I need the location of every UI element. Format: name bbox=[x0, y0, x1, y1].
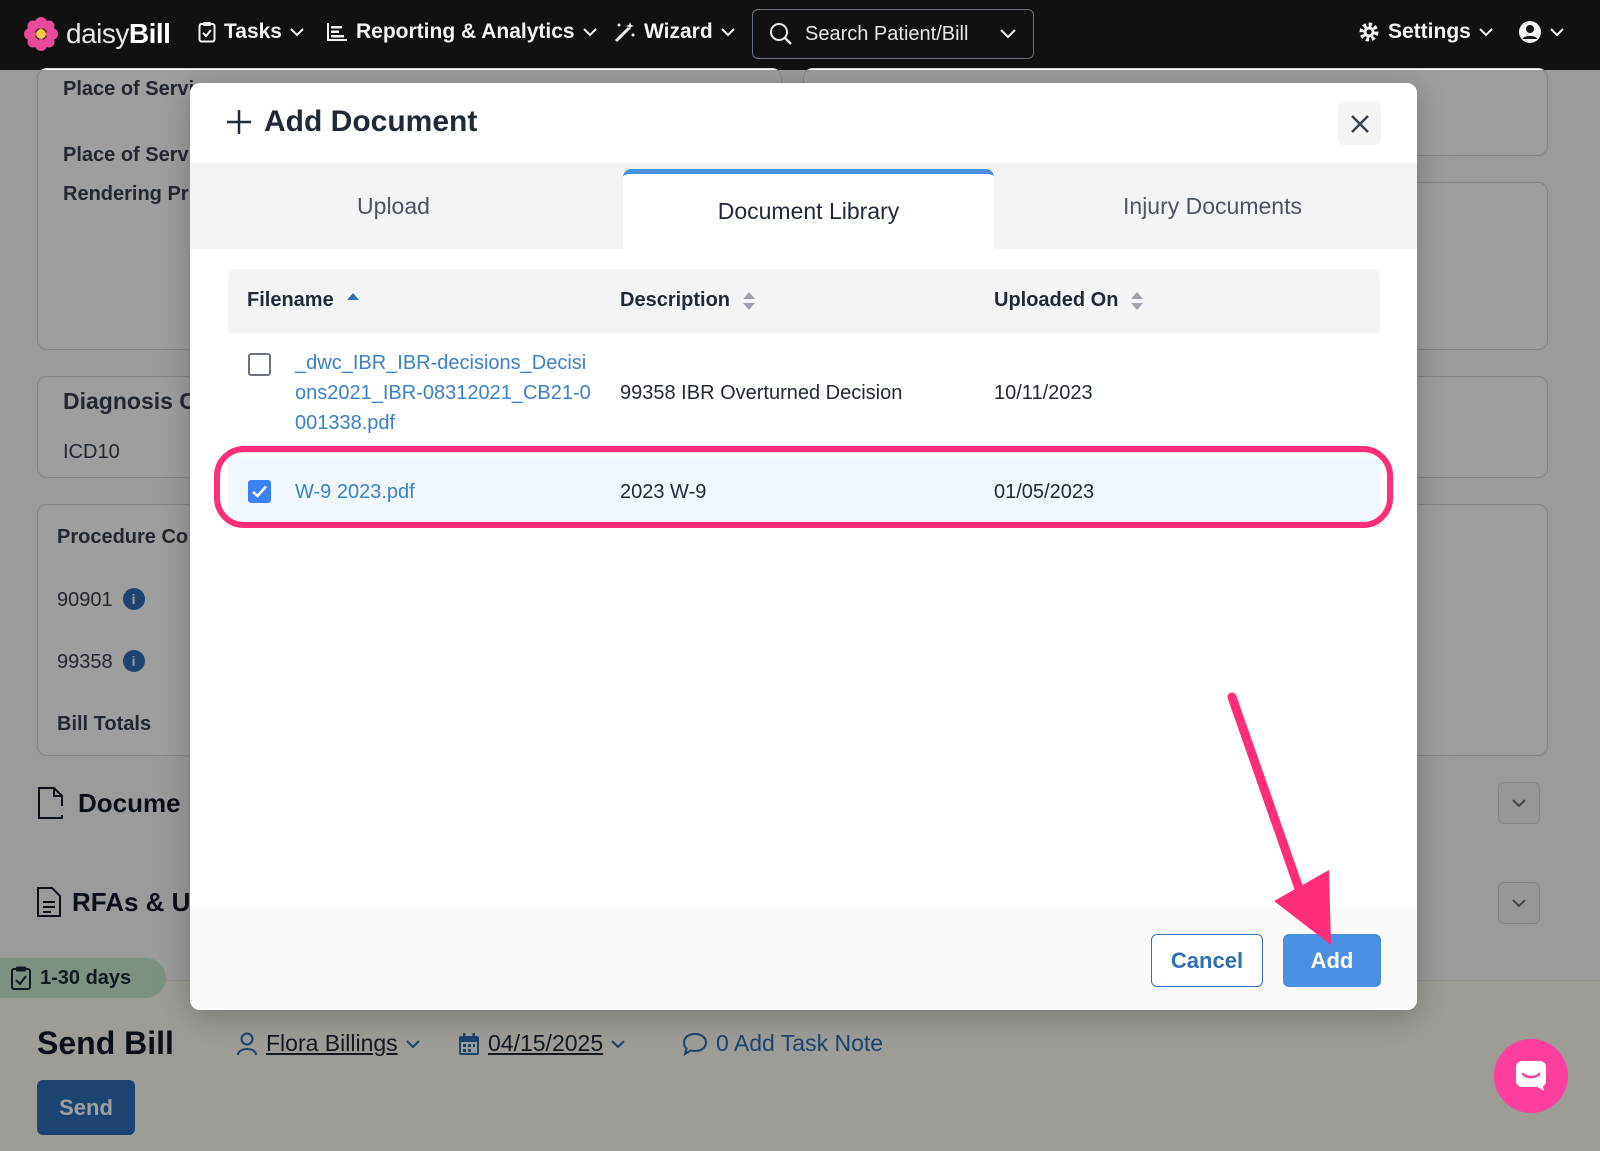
sort-icon bbox=[743, 291, 756, 310]
filename-link[interactable]: _dwc_IBR_IBR-decisions_Decisi ons2021_IB… bbox=[295, 348, 605, 438]
search-patient-bill-input[interactable]: Search Patient/Bill bbox=[752, 9, 1034, 59]
selected-row-highlight-annotation bbox=[214, 446, 1393, 528]
sort-ascending-icon bbox=[346, 292, 359, 300]
nav-wizard-label: Wizard bbox=[644, 20, 713, 43]
chevron-down-icon bbox=[582, 28, 597, 37]
brand-name: daisyBill bbox=[66, 18, 171, 49]
modal-footer: Cancel Add bbox=[190, 906, 1417, 1010]
column-filename[interactable]: Filename bbox=[247, 289, 360, 312]
row-checkbox[interactable] bbox=[248, 353, 271, 376]
tab-document-library[interactable]: Document Library bbox=[623, 169, 994, 249]
column-uploaded-on[interactable]: Uploaded On bbox=[994, 289, 1144, 312]
nav-reporting-analytics[interactable]: Reporting & Analytics bbox=[326, 20, 597, 44]
tab-injury-documents[interactable]: Injury Documents bbox=[1008, 163, 1417, 249]
cancel-button[interactable]: Cancel bbox=[1151, 934, 1263, 987]
document-tabs: Upload Document Library Injury Documents bbox=[190, 163, 1417, 249]
nav-wizard[interactable]: Wizard bbox=[614, 20, 735, 44]
add-button[interactable]: Add bbox=[1283, 934, 1381, 987]
chevron-down-icon bbox=[290, 28, 304, 37]
close-icon bbox=[1350, 114, 1369, 133]
nav-reporting-label: Reporting & Analytics bbox=[356, 20, 575, 43]
chevron-down-icon bbox=[720, 28, 735, 37]
chat-icon bbox=[1516, 1061, 1546, 1091]
sort-icon bbox=[1131, 291, 1144, 310]
chevron-down-icon bbox=[1000, 29, 1016, 39]
nav-user-menu[interactable] bbox=[1518, 20, 1564, 44]
description-cell: 99358 IBR Overturned Decision bbox=[620, 382, 903, 404]
add-document-modal: Add Document Upload Document Library Inj… bbox=[190, 83, 1417, 1010]
daisy-flower-icon bbox=[24, 17, 58, 51]
nav-settings-label: Settings bbox=[1388, 20, 1471, 43]
search-placeholder: Search Patient/Bill bbox=[805, 22, 969, 45]
magic-wand-icon bbox=[614, 22, 635, 43]
table-header: Filename Description Uploaded On bbox=[228, 269, 1380, 333]
column-description[interactable]: Description bbox=[620, 289, 756, 312]
gear-icon bbox=[1359, 22, 1379, 42]
search-icon bbox=[770, 23, 792, 45]
clipboard-check-icon bbox=[198, 22, 216, 43]
nav-settings[interactable]: Settings bbox=[1358, 20, 1493, 44]
chat-launcher-button[interactable] bbox=[1494, 1039, 1568, 1113]
close-modal-button[interactable] bbox=[1338, 102, 1381, 145]
daisybill-logo[interactable]: daisyBill bbox=[24, 17, 171, 51]
document-library-table: Filename Description Uploaded On _dwc_IB… bbox=[228, 269, 1380, 527]
modal-title: Add Document bbox=[226, 105, 477, 139]
table-row[interactable]: _dwc_IBR_IBR-decisions_Decisi ons2021_IB… bbox=[228, 333, 1380, 453]
top-navbar: daisyBill Tasks Reporting & Analytics Wi… bbox=[0, 0, 1600, 70]
chevron-down-icon bbox=[1550, 28, 1564, 37]
chevron-down-icon bbox=[1479, 28, 1493, 37]
tab-upload[interactable]: Upload bbox=[190, 163, 597, 249]
chart-bar-icon bbox=[327, 23, 347, 41]
plus-icon bbox=[227, 110, 251, 134]
nav-tasks-label: Tasks bbox=[224, 20, 282, 43]
user-circle-icon bbox=[1519, 21, 1541, 43]
modal-header: Add Document bbox=[190, 83, 1417, 163]
nav-tasks[interactable]: Tasks bbox=[198, 20, 304, 44]
uploaded-on-cell: 10/11/2023 bbox=[994, 382, 1093, 404]
